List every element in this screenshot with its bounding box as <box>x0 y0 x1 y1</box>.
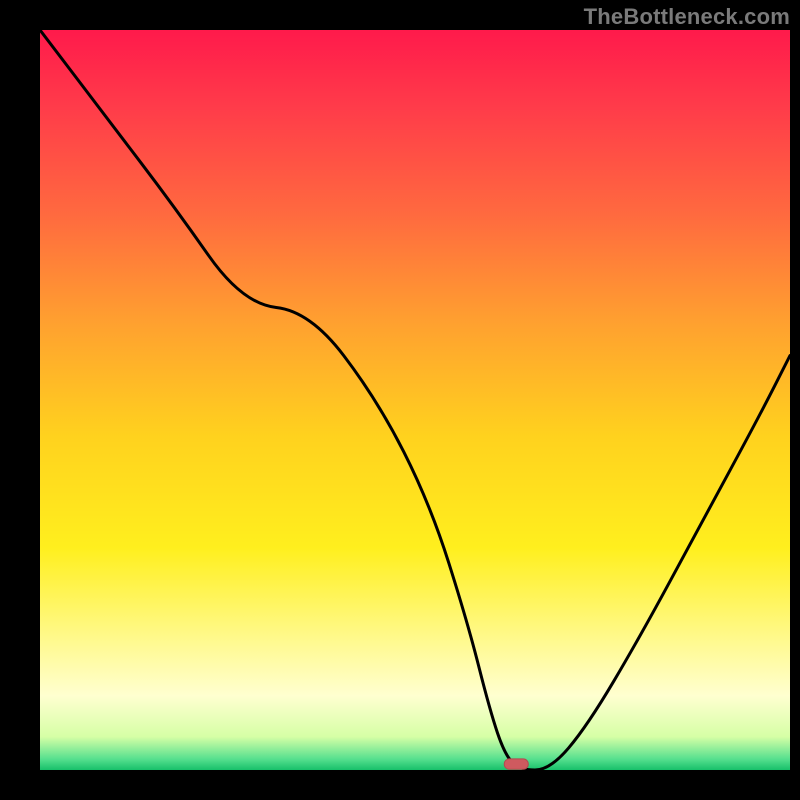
plot-area <box>40 30 790 770</box>
bottleneck-chart-svg <box>40 30 790 770</box>
optimal-point-marker <box>504 759 528 769</box>
gradient-background <box>40 30 790 770</box>
chart-frame: TheBottleneck.com <box>0 0 800 800</box>
watermark-text: TheBottleneck.com <box>584 4 790 30</box>
